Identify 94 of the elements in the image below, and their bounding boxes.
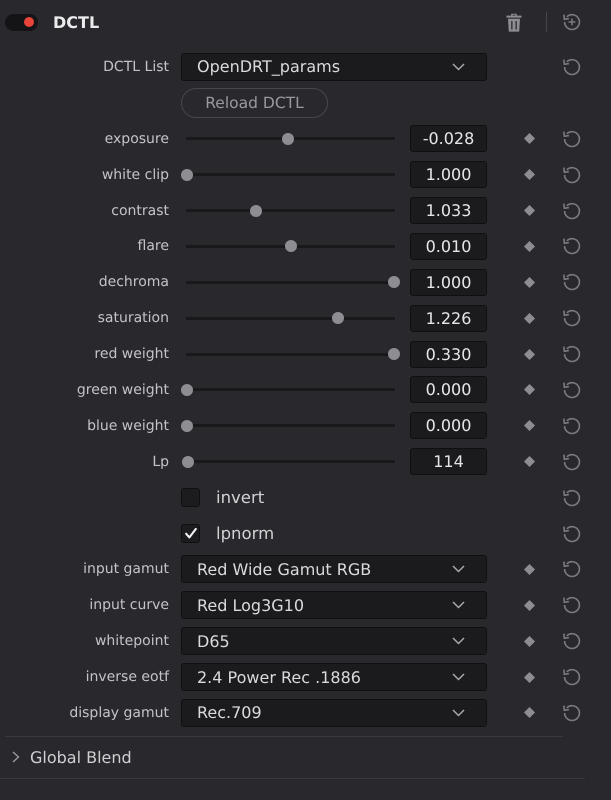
diamond-icon[interactable]: [524, 636, 534, 647]
param-label: display gamut: [69, 704, 169, 721]
slider-thumb[interactable]: [332, 312, 344, 324]
param-label: Lp: [152, 454, 169, 470]
param-label: whitepoint: [94, 633, 169, 650]
param-label: green weight: [76, 382, 169, 398]
diamond-icon[interactable]: [524, 348, 534, 360]
reset-icon[interactable]: [562, 416, 582, 436]
param-label: white clip: [102, 166, 169, 183]
reset-icon[interactable]: [562, 308, 582, 328]
reset-icon[interactable]: [562, 595, 582, 616]
reset-icon[interactable]: [562, 272, 582, 292]
toggle-knob: [24, 17, 34, 27]
reset-icon[interactable]: [562, 200, 582, 220]
slider-thumb[interactable]: [388, 348, 400, 360]
checkbox-label: invert: [216, 488, 264, 508]
diamond-icon[interactable]: [524, 133, 534, 144]
value-field[interactable]: 0.010: [410, 232, 487, 260]
slider-thumb[interactable]: [181, 168, 193, 181]
checkmark-icon: [184, 528, 196, 540]
diamond-icon[interactable]: [524, 276, 534, 288]
slider-thumb[interactable]: [182, 456, 194, 468]
diamond-icon[interactable]: [524, 205, 534, 216]
value-field[interactable]: 0.000: [410, 376, 487, 404]
diamond-icon[interactable]: [524, 707, 534, 718]
slider-thumb[interactable]: [181, 384, 193, 396]
param-label: blue weight: [87, 418, 169, 434]
chevron-down-icon: [452, 673, 465, 682]
chevron-down-icon: [452, 565, 465, 574]
dropdown[interactable]: 2.4 Power Rec .1886: [181, 663, 487, 692]
value-field[interactable]: 0.000: [410, 412, 487, 440]
reset-icon[interactable]: [562, 702, 582, 723]
dropdown[interactable]: Red Wide Gamut RGB: [181, 555, 487, 584]
slider-thumb[interactable]: [282, 132, 294, 145]
param-label: saturation: [98, 310, 169, 326]
param-label: contrast: [111, 202, 169, 218]
value-field[interactable]: 1.000: [410, 161, 487, 188]
diamond-icon[interactable]: [524, 312, 534, 324]
diamond-icon[interactable]: [524, 564, 534, 575]
enable-toggle[interactable]: [5, 14, 38, 30]
value-field[interactable]: -0.028: [410, 125, 487, 152]
reset-icon[interactable]: [562, 488, 582, 508]
reset-icon[interactable]: [562, 452, 582, 472]
diamond-icon[interactable]: [524, 456, 534, 468]
reload-button[interactable]: Reload DCTL: [181, 88, 328, 118]
diamond-icon[interactable]: [524, 672, 534, 683]
chevron-down-icon: [452, 601, 465, 610]
dropdown[interactable]: D65: [181, 627, 487, 656]
reset-icon[interactable]: [562, 128, 582, 149]
reset-icon[interactable]: [562, 236, 582, 256]
value-field[interactable]: 1.033: [410, 197, 487, 224]
slider-thumb[interactable]: [388, 276, 400, 288]
reset-plus-icon[interactable]: [562, 12, 582, 32]
chevron-right-icon: [12, 751, 20, 764]
section-toggle[interactable]: Global Blend: [0, 736, 132, 778]
dropdown[interactable]: Red Log3G10: [181, 591, 487, 620]
reset-icon[interactable]: [562, 524, 582, 544]
reset-icon[interactable]: [562, 380, 582, 400]
reset-icon[interactable]: [562, 344, 582, 364]
param-label: inverse eotf: [86, 669, 169, 686]
param-label: input curve: [89, 597, 169, 614]
dropdown[interactable]: OpenDRT_params: [181, 52, 487, 81]
param-label: flare: [138, 238, 169, 254]
slider-thumb[interactable]: [284, 240, 296, 252]
param-label: DCTL List: [103, 58, 169, 75]
value-field[interactable]: 1.000: [410, 268, 487, 296]
checkbox-label: lpnorm: [216, 524, 274, 544]
panel-title: DCTL: [53, 12, 100, 32]
diamond-icon[interactable]: [524, 169, 534, 180]
chevron-down-icon: [452, 637, 465, 646]
reset-icon[interactable]: [562, 667, 582, 688]
diamond-icon[interactable]: [524, 240, 534, 252]
chevron-down-icon: [452, 708, 465, 717]
reset-icon[interactable]: [562, 559, 582, 580]
param-label: red weight: [94, 346, 169, 362]
param-label: input gamut: [83, 561, 169, 578]
slider-thumb[interactable]: [250, 204, 262, 216]
param-label: dechroma: [98, 274, 169, 290]
reset-icon[interactable]: [562, 56, 582, 77]
value-field[interactable]: 0.330: [410, 340, 487, 368]
reset-icon[interactable]: [562, 164, 582, 185]
param-label: exposure: [104, 130, 169, 147]
reset-icon[interactable]: [562, 631, 582, 652]
dropdown[interactable]: Rec.709: [181, 698, 487, 727]
diamond-icon[interactable]: [524, 600, 534, 611]
trash-icon[interactable]: [506, 12, 522, 32]
value-field[interactable]: 1.226: [410, 304, 487, 332]
diamond-icon[interactable]: [524, 420, 534, 432]
diamond-icon[interactable]: [524, 384, 534, 396]
slider-thumb[interactable]: [181, 420, 193, 432]
value-field[interactable]: 114: [410, 448, 487, 476]
checkbox[interactable]: [181, 524, 200, 544]
chevron-down-icon: [452, 62, 465, 71]
checkbox[interactable]: [181, 488, 200, 508]
